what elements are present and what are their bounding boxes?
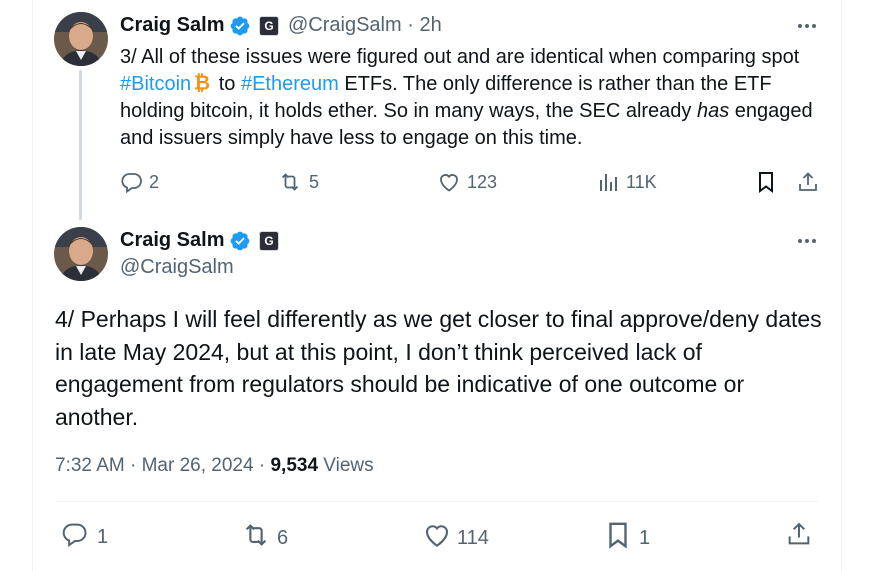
bitcoin-icon: ₿ [194, 71, 210, 93]
author-handle[interactable]: @CraigSalm [120, 256, 234, 279]
reply-icon [119, 169, 145, 195]
svg-text:₿: ₿ [194, 71, 210, 93]
more-options-icon[interactable] [795, 229, 819, 253]
like-button[interactable]: 123 [436, 169, 497, 195]
share-button[interactable] [795, 169, 821, 195]
avatar[interactable] [54, 12, 108, 66]
repost-icon [241, 520, 271, 556]
share-icon [795, 169, 821, 195]
tweet-date[interactable]: Mar 26, 2024 [142, 455, 254, 476]
repost-icon [277, 169, 303, 195]
author-name[interactable]: Craig Salm [120, 14, 224, 37]
bookmark-icon [603, 520, 633, 556]
repost-button[interactable]: 5 [277, 169, 319, 195]
author-handle[interactable]: @CraigSalm · 2h [288, 14, 442, 37]
heart-icon [436, 169, 462, 195]
thread-line [79, 70, 82, 220]
handle-text: @CraigSalm [288, 14, 402, 36]
affiliate-badge-icon: G [259, 231, 279, 251]
author-name[interactable]: Craig Salm [120, 229, 224, 252]
hashtag-bitcoin[interactable]: #Bitcoin [120, 73, 191, 95]
tweet-meta: 7:32 AM · Mar 26, 2024 · 9,534 Views [55, 455, 374, 477]
views-count: 9,534 [270, 455, 319, 476]
share-button[interactable] [785, 520, 813, 554]
emphasis-text: has [696, 100, 730, 122]
repost-count: 5 [309, 171, 320, 192]
tweet-text: 4/ Perhaps I will feel differently as we… [55, 306, 822, 430]
reply-icon [61, 520, 89, 554]
views-button[interactable]: 11K [595, 169, 657, 195]
bookmark-count: 1 [639, 526, 651, 549]
tweet-text: 3/ All of these issues were figured out … [120, 46, 813, 149]
avatar[interactable] [54, 227, 108, 281]
reply-count: 1 [97, 525, 109, 548]
repost-count: 6 [277, 526, 289, 549]
like-count: 114 [457, 526, 489, 549]
divider [55, 501, 818, 502]
separator: · [130, 455, 137, 476]
timestamp[interactable]: 2h [419, 14, 441, 36]
reply-count: 2 [149, 171, 160, 192]
bookmark-button[interactable] [753, 169, 779, 195]
bookmark-icon [753, 169, 779, 195]
tweet-time[interactable]: 7:32 AM [55, 455, 125, 476]
share-icon [785, 520, 813, 554]
separator: · [407, 14, 414, 36]
reply-button[interactable]: 1 [61, 520, 108, 554]
analytics-icon [595, 169, 621, 195]
views-label: Views [323, 455, 374, 476]
like-count: 123 [467, 171, 498, 192]
hashtag-ethereum[interactable]: #Ethereum [241, 73, 339, 95]
verified-badge-icon [230, 16, 250, 36]
views-count: 11K [626, 171, 657, 192]
like-button[interactable]: 114 [422, 520, 489, 556]
repost-button[interactable]: 6 [241, 520, 288, 556]
heart-icon [422, 520, 452, 556]
separator: · [258, 455, 266, 476]
reply-button[interactable]: 2 [119, 169, 159, 195]
bookmark-button[interactable]: 1 [603, 520, 650, 556]
verified-badge-icon [230, 231, 250, 251]
affiliate-badge-icon: G [259, 16, 279, 36]
more-options-icon[interactable] [795, 14, 819, 38]
